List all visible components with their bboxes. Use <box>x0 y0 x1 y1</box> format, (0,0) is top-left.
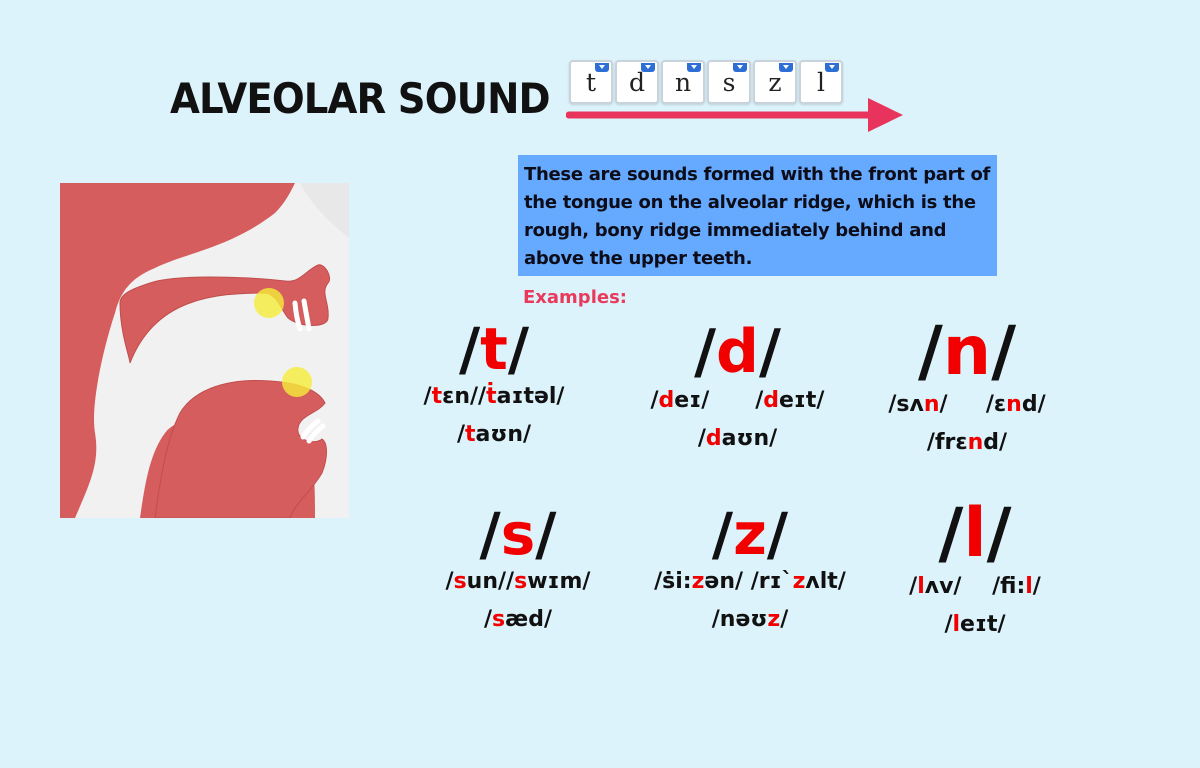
example-line: /sun//swɪm/ <box>418 563 618 601</box>
example-line: /daʊn/ <box>630 420 845 458</box>
example-line: /sʌn/ /ɛnd/ <box>872 386 1062 424</box>
example-line: /lʌv/ /fi:l/ <box>885 568 1065 606</box>
dropdown-corner-icon <box>733 63 747 72</box>
tile-letter: s <box>722 67 736 97</box>
sound-symbol: /n/ <box>917 312 1017 391</box>
example-text: d/ <box>983 430 1008 455</box>
example-text: / <box>780 607 789 632</box>
sound-symbol: /s/ <box>479 500 557 568</box>
highlighted-sound: z <box>691 569 705 594</box>
example-text: / <box>456 422 465 447</box>
right-arrow-icon <box>566 98 903 132</box>
sound-symbol: /t/ <box>458 315 530 383</box>
example-text: /frɛ <box>926 430 968 455</box>
highlighted-sound: z <box>767 607 781 632</box>
highlighted-sound: t <box>464 422 476 447</box>
sound-cell-t: /t/ /tɛn//ṫaɪtəl/ /taʊn/ <box>404 320 584 454</box>
highlighted-sound: d <box>658 388 675 413</box>
example-text: / <box>944 612 953 637</box>
highlighted-sound: s <box>492 607 506 632</box>
example-text: / <box>650 388 659 413</box>
highlighted-sound: z <box>792 569 806 594</box>
sound-cell-s: /s/ /sun//swɪm/ /sæd/ <box>418 505 618 639</box>
example-text: aʊn/ <box>475 422 532 447</box>
highlighted-sound: n <box>923 392 940 417</box>
dropdown-corner-icon <box>825 63 839 72</box>
sound-cell-z: /z/ /ṡi:zən/ /rɪ`zʌlt/ /nəʊz/ <box>630 505 870 639</box>
tile-letter: z <box>768 67 782 97</box>
highlighted-sound: l <box>917 574 925 599</box>
example-text: ɛn// <box>442 384 487 409</box>
example-text: aʊn/ <box>721 426 778 451</box>
example-text: eɪ/ / <box>674 388 764 413</box>
example-text: / <box>445 569 454 594</box>
dropdown-corner-icon <box>595 63 609 72</box>
sound-cell-n: /n/ /sʌn/ /ɛnd/ /frɛnd/ <box>872 318 1062 462</box>
mouth-cross-section-diagram <box>60 183 349 518</box>
description-box: These are sounds formed with the front p… <box>518 155 997 276</box>
example-text: / <box>697 426 706 451</box>
example-text: ʌlt/ <box>805 569 846 594</box>
example-text: / /ɛ <box>939 392 1007 417</box>
dropdown-corner-icon <box>779 63 793 72</box>
example-text: ʌv/ /fi: <box>924 574 1026 599</box>
sound-cell-l: /l/ /lʌv/ /fi:l/ /leɪt/ <box>885 500 1065 644</box>
example-line: /deɪ/ /deɪt/ <box>630 382 845 420</box>
example-text: æd/ <box>505 607 552 632</box>
example-text: / <box>909 574 918 599</box>
example-text: eɪt/ <box>779 388 825 413</box>
highlighted-sound: t <box>431 384 443 409</box>
example-line: /tɛn//ṫaɪtəl/ <box>404 378 584 416</box>
highlighted-sound: s <box>453 569 467 594</box>
highlighted-sound: s <box>514 569 528 594</box>
example-line: /ṡi:zən/ /rɪ`zʌlt/ <box>630 563 870 601</box>
example-text: d/ <box>1021 392 1046 417</box>
highlighted-sound: ṫ <box>486 384 497 409</box>
example-line: /sæd/ <box>418 601 618 639</box>
tile-letter: l <box>817 67 825 97</box>
example-text: un// <box>466 569 515 594</box>
example-text: / <box>484 607 493 632</box>
example-text: /nəʊ <box>711 607 768 632</box>
example-line: /taʊn/ <box>404 416 584 454</box>
dropdown-corner-icon <box>641 63 655 72</box>
dropdown-corner-icon <box>687 63 701 72</box>
example-text: eɪt/ <box>960 612 1006 637</box>
example-text: ən/ /rɪ` <box>704 569 793 594</box>
sound-symbol: /z/ <box>711 500 789 568</box>
example-text: /ṡi: <box>654 569 692 594</box>
sound-symbol: /d/ <box>694 317 781 387</box>
example-line: /leɪt/ <box>885 606 1065 644</box>
highlighted-sound: l <box>952 612 961 637</box>
example-text: aɪtəl/ <box>496 384 565 409</box>
example-text: / <box>1032 574 1041 599</box>
example-line: /nəʊz/ <box>630 601 870 639</box>
highlighted-sound: l <box>1025 574 1033 599</box>
sound-cell-d: /d/ /deɪ/ /deɪt/ /daʊn/ <box>630 322 845 458</box>
highlighted-sound: d <box>763 388 779 413</box>
highlighted-sound: d <box>705 426 722 451</box>
highlighted-sound: n <box>967 430 984 455</box>
examples-label: Examples: <box>523 287 627 308</box>
sound-symbol: /l/ <box>938 494 1012 573</box>
example-text: / <box>423 384 432 409</box>
example-line: /frɛnd/ <box>872 424 1062 462</box>
highlighted-sound: n <box>1006 392 1022 417</box>
tile-letter: t <box>585 67 597 97</box>
page-title: ALVEOLAR SOUND <box>170 74 551 123</box>
example-text: wɪm/ <box>527 569 591 594</box>
example-text: /sʌ <box>888 392 924 417</box>
